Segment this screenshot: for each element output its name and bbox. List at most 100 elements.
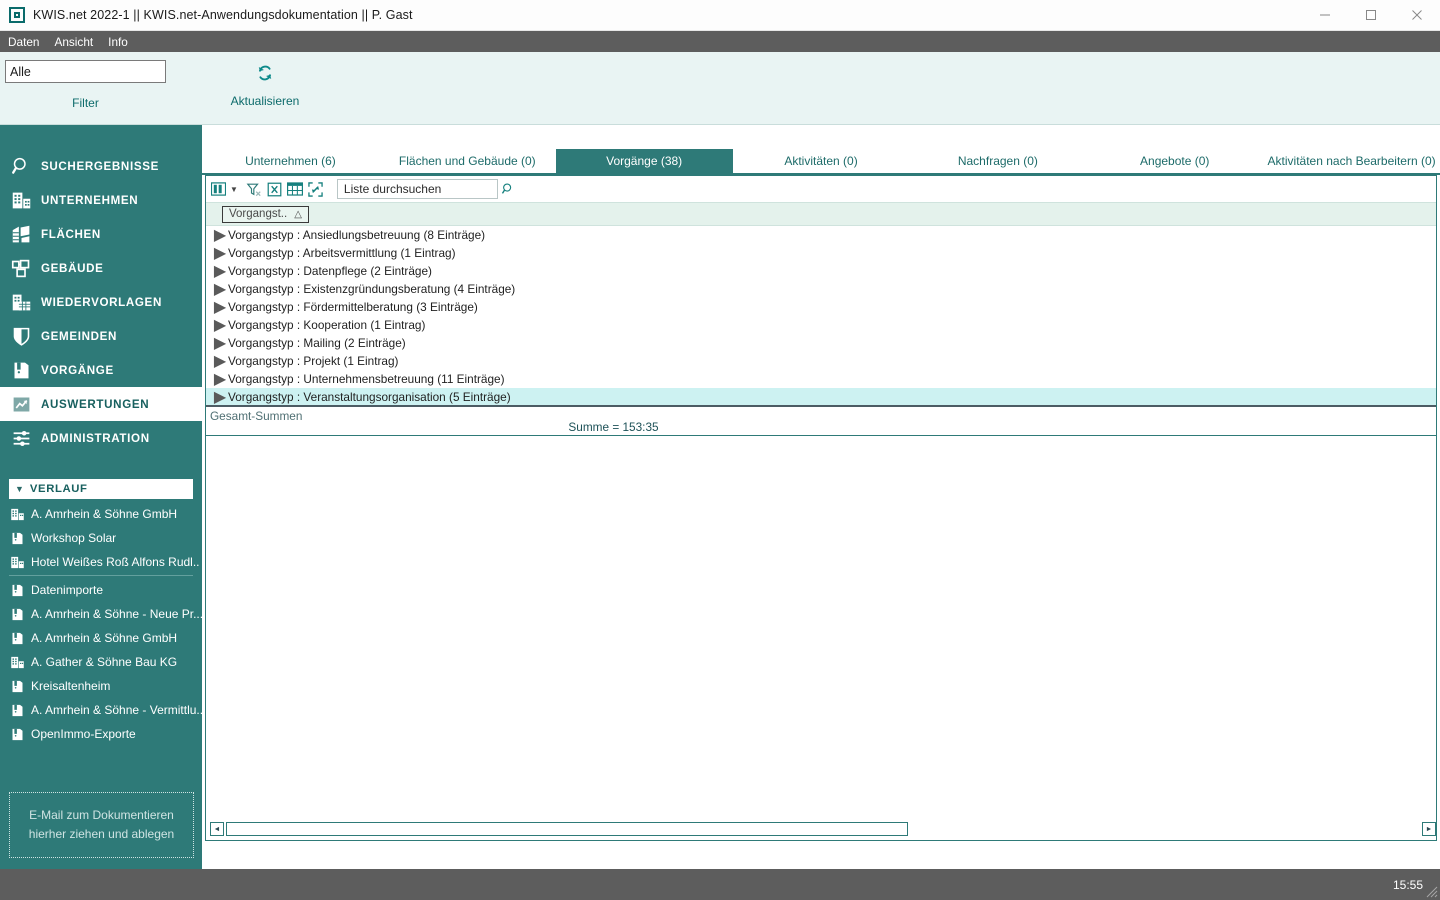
list-item[interactable]: A. Amrhein & Söhne - Vermittlu... [0, 698, 202, 722]
expand-row-icon[interactable]: ▶ [214, 387, 226, 407]
group-row-label: Vorgangstyp : Projekt (1 Eintrag) [228, 354, 399, 368]
expand-row-icon[interactable]: ▶ [214, 297, 226, 317]
search-box[interactable] [336, 179, 512, 199]
menu-bar: Daten Ansicht Info [0, 31, 1440, 52]
table-row[interactable]: ▶ Vorgangstyp : Mailing (2 Einträge) [206, 334, 1436, 352]
clear-filter-icon[interactable] [246, 179, 262, 199]
close-icon[interactable] [1394, 0, 1440, 31]
menu-item-ansicht[interactable]: Ansicht [54, 35, 93, 49]
menu-item-info[interactable]: Info [108, 35, 128, 49]
sidebar-item-wiedervorlagen[interactable]: WIEDERVORLAGEN [0, 285, 202, 319]
table-row[interactable]: ▶ Vorgangstyp : Kooperation (1 Eintrag) [206, 316, 1436, 334]
list-item-label: A. Amrhein & Söhne GmbH [31, 631, 178, 645]
expand-row-icon[interactable]: ▶ [214, 243, 226, 263]
summary-value: Summe = 153:35 [568, 420, 659, 434]
expand-collapse-icon[interactable] [308, 179, 323, 199]
list-item[interactable]: Kreisaltenheim [0, 674, 202, 698]
company-icon [9, 188, 33, 212]
table-row[interactable]: ▶ Vorgangstyp : Arbeitsvermittlung (1 Ei… [206, 244, 1436, 262]
search-icon[interactable] [501, 182, 515, 196]
minimize-icon[interactable] [1302, 0, 1348, 31]
tab-flaechen-und-gebaeude[interactable]: Flächen und Gebäude (0) [378, 149, 556, 173]
window-title: KWIS.net 2022-1 || KWIS.net-Anwendungsdo… [33, 8, 413, 22]
search-icon [9, 154, 33, 178]
list-item-label: Kreisaltenheim [31, 679, 111, 693]
group-by-chip-vorgangstyp[interactable]: Vorgangst.. △ [222, 205, 309, 223]
sidebar-item-flaechen[interactable]: FLÄCHEN [0, 217, 202, 251]
sidebar-item-administration[interactable]: ADMINISTRATION [0, 421, 202, 455]
sidebar-item-label: FLÄCHEN [41, 227, 101, 241]
horizontal-scrollbar[interactable]: ◄ ► [210, 821, 1436, 837]
expand-row-icon[interactable]: ▶ [214, 351, 226, 371]
column-chooser-icon[interactable] [211, 179, 226, 199]
group-row-label: Vorgangstyp : Datenpflege (2 Einträge) [228, 264, 432, 278]
table-row-selected[interactable]: ▶ Vorgangstyp : Veranstaltungsorganisati… [206, 388, 1436, 406]
list-item[interactable]: A. Amrhein & Söhne - Neue Pr... [0, 602, 202, 626]
company-icon [9, 654, 25, 670]
group-by-bar: Vorgangst.. △ [206, 202, 1436, 226]
group-row-label: Vorgangstyp : Ansiedlungsbetreuung (8 Ei… [228, 228, 486, 242]
table-row[interactable]: ▶ Vorgangstyp : Existenzgründungsberatun… [206, 280, 1436, 298]
table-row[interactable]: ▶ Vorgangstyp : Fördermittelberatung (3 … [206, 298, 1436, 316]
expand-row-icon[interactable]: ▶ [214, 279, 226, 299]
history-section-header[interactable]: ▼ VERLAUF [9, 479, 193, 499]
expand-row-icon[interactable]: ▶ [214, 315, 226, 335]
list-item[interactable]: Workshop Solar [0, 526, 202, 550]
grid-summary-row: Gesamt-Summen Summe = 153:35 [206, 406, 1436, 436]
table-row[interactable]: ▶ Vorgangstyp : Datenpflege (2 Einträge) [206, 262, 1436, 280]
sidebar-item-vorgaenge[interactable]: VORGÄNGE [0, 353, 202, 387]
resize-grip-icon[interactable] [1426, 886, 1438, 898]
scrollbar-thumb[interactable] [226, 822, 908, 836]
email-dropzone[interactable]: E-Mail zum Dokumentieren hierher ziehen … [9, 792, 194, 858]
table-row[interactable]: ▶ Vorgangstyp : Ansiedlungsbetreuung (8 … [206, 226, 1436, 244]
dropzone-line-2: hierher ziehen und ablegen [28, 827, 175, 841]
group-row-label: Vorgangstyp : Unternehmensbetreuung (11 … [228, 372, 505, 386]
search-input[interactable] [341, 181, 501, 197]
scroll-right-button[interactable]: ► [1422, 822, 1436, 836]
tab-unternehmen[interactable]: Unternehmen (6) [202, 149, 379, 173]
sidebar-item-auswertungen[interactable]: AUSWERTUNGEN [0, 387, 202, 421]
tab-aktivitaeten-nach-bearbeitern[interactable]: Aktivitäten nach Bearbeitern (0) [1263, 149, 1440, 173]
sidebar-item-suchergebnisse[interactable]: SUCHERGEBNISSE [0, 149, 202, 183]
group-row-label: Vorgangstyp : Kooperation (1 Eintrag) [228, 318, 426, 332]
expand-row-icon[interactable]: ▶ [214, 333, 226, 353]
tab-aktivitaeten[interactable]: Aktivitäten (0) [732, 149, 910, 173]
group-row-label: Vorgangstyp : Veranstaltungsorganisation… [228, 389, 511, 404]
list-item[interactable]: A. Amrhein & Söhne GmbH [0, 626, 202, 650]
title-bar: KWIS.net 2022-1 || KWIS.net-Anwendungsdo… [0, 0, 1440, 31]
table-row[interactable]: ▶ Vorgangstyp : Projekt (1 Eintrag) [206, 352, 1436, 370]
export-excel-icon[interactable] [267, 179, 282, 199]
list-item[interactable]: OpenImmo-Exporte [0, 722, 202, 746]
folder-binder-icon [9, 702, 25, 718]
sidebar-item-gemeinden[interactable]: GEMEINDEN [0, 319, 202, 353]
sort-ascending-icon[interactable]: △ [294, 209, 302, 220]
list-item-label: A. Amrhein & Söhne GmbH [31, 507, 178, 521]
application-window: KWIS.net 2022-1 || KWIS.net-Anwendungsdo… [0, 0, 1440, 900]
areas-icon [9, 222, 33, 246]
layout-grid-icon[interactable] [286, 179, 303, 199]
menu-item-daten[interactable]: Daten [8, 35, 39, 49]
window-controls [1302, 0, 1440, 31]
folder-binder-icon [9, 606, 25, 622]
list-item[interactable]: A. Gather & Söhne Bau KG [0, 650, 202, 674]
maximize-icon[interactable] [1348, 0, 1394, 31]
list-item-label: Hotel Weißes Roß Alfons Rudl.. [31, 555, 200, 569]
scrollbar-track[interactable] [908, 822, 1422, 836]
list-item[interactable]: Datenimporte [0, 578, 202, 602]
sidebar-item-unternehmen[interactable]: UNTERNEHMEN [0, 183, 202, 217]
filter-input[interactable] [5, 60, 166, 83]
list-item[interactable]: Hotel Weißes Roß Alfons Rudl.. [0, 550, 202, 574]
tab-angebote[interactable]: Angebote (0) [1086, 149, 1264, 173]
expand-row-icon[interactable]: ▶ [214, 225, 226, 245]
tab-nachfragen[interactable]: Nachfragen (0) [909, 149, 1087, 173]
refresh-button[interactable]: Aktualisieren [205, 58, 325, 108]
list-item[interactable]: A. Amrhein & Söhne GmbH [0, 502, 202, 526]
sidebar-item-gebaeude[interactable]: GEBÄUDE [0, 251, 202, 285]
chevron-down-icon[interactable]: ▼ [230, 179, 238, 199]
tab-vorgaenge[interactable]: Vorgänge (38) [555, 149, 733, 173]
table-row[interactable]: ▶ Vorgangstyp : Unternehmensbetreuung (1… [206, 370, 1436, 388]
scroll-left-button[interactable]: ◄ [210, 822, 224, 836]
sidebar-item-label: AUSWERTUNGEN [41, 397, 150, 411]
sidebar-item-label: ADMINISTRATION [41, 431, 150, 445]
expand-row-icon[interactable]: ▶ [214, 261, 226, 281]
